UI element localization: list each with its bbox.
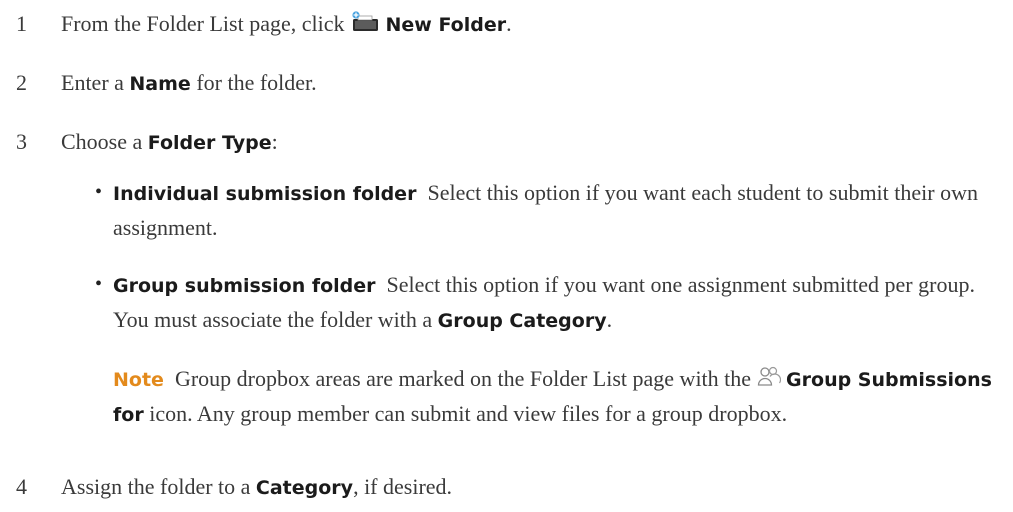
bullet-dot: • bbox=[95, 273, 103, 295]
category-label: Category bbox=[255, 477, 354, 499]
step-number: 3 bbox=[16, 129, 27, 154]
step-text-end: , if desired. bbox=[353, 474, 453, 499]
step-1: 1 From the Folder List page, click New Fo… bbox=[16, 9, 1003, 41]
folder-type-group: • Group submission folder Select this op… bbox=[95, 268, 993, 338]
step-number: 2 bbox=[16, 70, 27, 95]
step-text: Enter a bbox=[61, 70, 124, 95]
folder-type-label: Folder Type bbox=[147, 132, 272, 154]
step-number: 1 bbox=[16, 11, 27, 36]
step-text: From the Folder List page, click bbox=[61, 11, 345, 36]
note: Note Group dropbox areas are marked on t… bbox=[113, 362, 1003, 432]
step-text-end: for the folder. bbox=[196, 70, 317, 95]
folder-type-individual: • Individual submission folder Select th… bbox=[95, 176, 993, 244]
individual-folder-label: Individual submission folder bbox=[113, 183, 417, 205]
step-3: 3 Choose a Folder Type: bbox=[16, 127, 1003, 158]
new-folder-icon bbox=[350, 11, 380, 41]
step-text: Choose a bbox=[61, 129, 143, 154]
group-category-label: Group Category bbox=[437, 310, 607, 332]
group-folder-label: Group submission folder bbox=[113, 275, 376, 297]
step-text: Assign the folder to a bbox=[61, 474, 251, 499]
bullet-dot: • bbox=[95, 181, 103, 203]
note-text-end: icon. Any group member can submit and vi… bbox=[149, 401, 788, 427]
name-label: Name bbox=[129, 73, 191, 95]
note-text: Group dropbox areas are marked on the Fo… bbox=[174, 366, 752, 391]
step-4: 4 Assign the folder to a Category, if des… bbox=[16, 472, 1003, 503]
group-submissions-icon bbox=[757, 364, 781, 397]
step-text-end: . bbox=[506, 11, 512, 36]
step-2: 2 Enter a Name for the folder. bbox=[16, 68, 1003, 99]
note-label: Note bbox=[113, 369, 164, 391]
group-folder-desc-end: . bbox=[606, 307, 613, 332]
new-folder-label: New Folder bbox=[385, 14, 507, 36]
step-number: 4 bbox=[16, 474, 27, 499]
step-text-end: : bbox=[271, 129, 278, 154]
